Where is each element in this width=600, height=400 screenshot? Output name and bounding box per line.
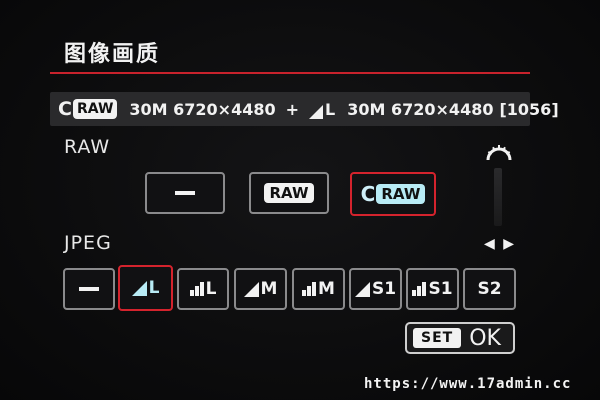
fine-triangle-icon <box>243 281 259 297</box>
raw-section-label: RAW <box>64 136 111 158</box>
raw-option-craw[interactable]: C RAW <box>350 172 436 216</box>
jpeg-option-s1-fine[interactable]: S1 <box>349 268 402 310</box>
quality-summary-bar: C RAW 30M 6720×4480 + L 30M 6720×4480 [1… <box>50 92 559 126</box>
watermark-text: https://www.17admin.cc <box>364 376 572 392</box>
jpeg-option-s2[interactable]: S2 <box>463 268 516 310</box>
jpeg-option-label: S1 <box>428 279 453 299</box>
ok-label: OK <box>469 325 501 351</box>
jpeg-option-l-normal[interactable]: L <box>177 268 229 310</box>
jpeg-option-label: L <box>148 278 160 298</box>
camera-menu-screen: 图像画质 C RAW 30M 6720×4480 + L 30M 6720×44… <box>0 0 600 400</box>
fine-triangle-icon <box>131 280 147 296</box>
fine-triangle-icon <box>309 104 324 119</box>
jpeg-option-label: S1 <box>371 279 397 299</box>
set-ok-button[interactable]: SET OK <box>405 322 515 354</box>
set-label: SET <box>413 328 462 348</box>
raw-spec-text: 30M 6720×4480 <box>129 99 276 119</box>
dash-icon <box>175 191 195 195</box>
page-title: 图像画质 <box>64 42 161 67</box>
jpeg-quality-badge: L <box>309 100 335 119</box>
jpeg-option-none[interactable] <box>63 268 115 310</box>
raw-scrollbar <box>494 168 502 226</box>
jpeg-option-s1-normal[interactable]: S1 <box>406 268 459 310</box>
left-right-arrows-icon: ◀ ▶ <box>484 236 516 252</box>
jpeg-option-m-normal[interactable]: M <box>292 268 345 310</box>
jpeg-option-label: M <box>318 279 335 299</box>
dash-icon <box>79 287 99 291</box>
fine-triangle-icon <box>354 281 370 297</box>
raw-option-none[interactable] <box>145 172 225 214</box>
jpeg-option-label: L <box>205 279 217 299</box>
title-divider <box>50 72 530 74</box>
jpeg-option-m-fine[interactable]: M <box>234 268 287 310</box>
normal-steps-icon <box>412 282 427 296</box>
craw-c-letter: C <box>58 98 72 120</box>
craw-raw-label: RAW <box>72 99 118 119</box>
shots-remaining: [1056] <box>499 99 559 119</box>
jpeg-option-label: S2 <box>477 279 502 299</box>
craw-option-badge: C RAW <box>361 182 426 206</box>
craw-option-c-letter: C <box>360 182 376 206</box>
normal-steps-icon <box>302 282 317 296</box>
craw-badge: C RAW <box>58 98 118 120</box>
jpeg-spec-text: 30M 6720×4480 <box>347 99 494 119</box>
plus-sign: + <box>285 99 300 119</box>
jpeg-quality-label: L <box>325 99 336 119</box>
jpeg-option-l-fine[interactable]: L <box>118 265 173 311</box>
jpeg-option-label: M <box>260 279 278 299</box>
raw-option-raw[interactable]: RAW <box>249 172 329 214</box>
raw-option-label: RAW <box>264 183 314 203</box>
craw-option-label: RAW <box>376 184 426 204</box>
jpeg-section-label: JPEG <box>64 232 112 254</box>
normal-steps-icon <box>189 282 204 296</box>
main-dial-icon <box>486 145 512 161</box>
